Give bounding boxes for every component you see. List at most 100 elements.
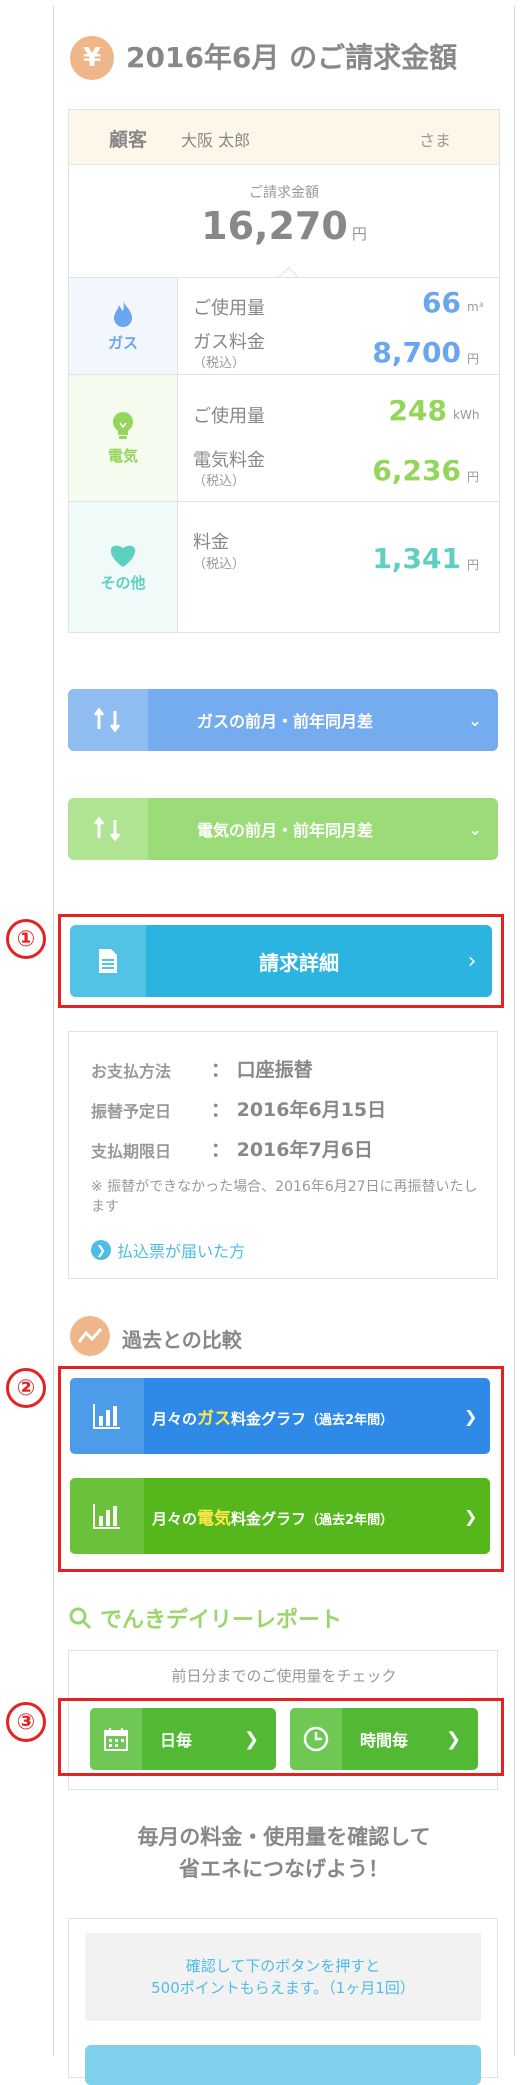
deadline-label: 支払期限日 [91, 1142, 172, 1161]
payment-slip-link[interactable]: ❯ 払込票が届いた方 [91, 1238, 245, 1262]
bar-chart-icon [70, 1478, 144, 1554]
gas-usage-value: 66 [422, 286, 461, 319]
billing-detail-label: 請求詳細 [259, 950, 339, 975]
clock-icon [290, 1708, 342, 1770]
annotation-marker-2: ② [6, 1368, 46, 1408]
flame-icon [114, 300, 132, 327]
gas-graph-label: 月々のガス料金グラフ（過去2年間） [144, 1404, 464, 1429]
heart-icon [110, 545, 136, 567]
electric-comparison-label: 電気の前月・前年同月差 [196, 821, 373, 840]
chevron-right-icon: ❯ [244, 1728, 260, 1750]
gas-graph-highlight: ガス [197, 1408, 232, 1429]
points-box: 確認して下のボタンを押すと 500ポイントもらえます。（1ヶ月1回） [68, 1918, 498, 2085]
gas-icon-cell: ガス [69, 278, 178, 374]
refresh-icon [68, 798, 148, 860]
gas-graph-button[interactable]: 月々のガス料金グラフ（過去2年間） ❯ [70, 1378, 490, 1454]
energy-saving-message: 毎月の料金・使用量を確認して 省エネにつなげよう！ [54, 1821, 514, 1885]
points-line-2: 500ポイントもらえます。（1ヶ月1回） [151, 1979, 415, 1997]
deadline-value: ： 2016年7月6日 [211, 1139, 373, 1161]
annotation-marker-1: ① [6, 919, 46, 959]
chevron-down-icon: ⌄ [468, 710, 482, 730]
electric-tax-note: （税込） [193, 474, 246, 489]
daily-report-subtitle: 前日分までのご使用量をチェック [171, 1667, 397, 1685]
electric-graph-suffix: 料金グラフ [231, 1509, 307, 1528]
points-confirm-button[interactable] [85, 2045, 481, 2085]
gas-graph-suffix: 料金グラフ [231, 1409, 307, 1428]
electric-graph-prefix: 月々の [152, 1509, 198, 1528]
transfer-date-label: 振替予定日 [91, 1102, 172, 1121]
annotation-marker-3: ③ [6, 1702, 46, 1742]
calendar-icon [90, 1708, 142, 1770]
gas-usage-label: ご使用量 [193, 298, 265, 319]
page-container: ¥ 2016年6月 のご請求金額 顧客 大阪 太郎 さま ご請求金額 16,27… [6, 6, 515, 2085]
arrow-right-icon: ❯ [91, 1240, 111, 1260]
chevron-down-icon: ⌄ [468, 819, 482, 839]
payment-method-value: ： 口座振替 [211, 1059, 313, 1081]
electric-usage-label: ご使用量 [193, 406, 265, 427]
customer-name: 大阪 太郎 [181, 131, 251, 150]
hourly-button[interactable]: 時間毎 ❯ [290, 1708, 478, 1770]
daily-button-label: 日毎 [160, 1731, 193, 1750]
customer-honorific: さま [419, 131, 452, 150]
yen-icon: ¥ [70, 36, 114, 80]
bill-summary-card: 顧客 大阪 太郎 さま ご請求金額 16,270 円 ガス ご使用量 66 m³ … [68, 109, 500, 633]
other-fee-unit: 円 [467, 558, 480, 572]
gas-fee-unit: 円 [467, 352, 480, 366]
chevron-right-icon: › [467, 948, 477, 974]
electric-fee-value: 6,236 [372, 454, 461, 487]
points-message: 確認して下のボタンを押すと 500ポイントもらえます。（1ヶ月1回） [85, 1933, 481, 2021]
bill-amount-value: 16,270 [201, 204, 348, 248]
page-title: 2016年6月 のご請求金額 [126, 41, 458, 74]
transfer-date-value: ： 2016年6月15日 [211, 1099, 387, 1121]
energy-saving-line-1: 毎月の料金・使用量を確認して [137, 1825, 431, 1849]
bill-amount: 16,270 円 [69, 204, 499, 248]
other-tax-note: （税込） [193, 557, 246, 572]
other-fee-value: 1,341 [372, 542, 461, 575]
electric-graph-button[interactable]: 月々の電気料金グラフ（過去2年間） ❯ [70, 1478, 490, 1554]
daily-report-title-text: でんきデイリーレポート [100, 1608, 343, 1633]
bar-chart-icon [70, 1378, 144, 1454]
gas-graph-period: （過去2年間） [306, 1412, 394, 1428]
chevron-right-icon: ❯ [464, 1406, 478, 1426]
billing-detail-button[interactable]: 請求詳細 › [70, 925, 492, 997]
gas-comparison-label: ガスの前月・前年同月差 [196, 712, 373, 731]
refresh-icon [68, 689, 148, 751]
daily-button[interactable]: 日毎 ❯ [90, 1708, 276, 1770]
electric-category-label: 電気 [107, 446, 138, 465]
payment-slip-link-label: 払込票が届いた方 [117, 1242, 246, 1261]
trend-icon [70, 1316, 110, 1356]
electric-graph-highlight: 電気 [197, 1508, 232, 1529]
lightbulb-icon [113, 411, 133, 439]
document-icon [70, 925, 146, 997]
gas-category-label: ガス [107, 333, 138, 352]
bill-amount-label: ご請求金額 [249, 185, 319, 201]
chevron-right-icon: ❯ [446, 1728, 462, 1750]
gas-comparison-accordion[interactable]: ガスの前月・前年同月差 ⌄ [68, 689, 498, 751]
other-fee-label: 料金 [193, 532, 229, 553]
electric-comparison-accordion[interactable]: 電気の前月・前年同月差 ⌄ [68, 798, 498, 860]
chevron-right-icon: ❯ [464, 1506, 478, 1526]
daily-report-title: でんきデイリーレポート [68, 1602, 342, 1634]
retransfer-note: ※ 振替ができなかった場合、2016年6月27日に再振替いたします [91, 1179, 478, 1215]
electric-graph-label: 月々の電気料金グラフ（過去2年間） [144, 1504, 464, 1529]
electric-graph-period: （過去2年間） [306, 1512, 394, 1528]
bill-amount-unit: 円 [351, 225, 367, 243]
other-category-label: その他 [100, 573, 146, 592]
electric-usage-unit: kWh [453, 408, 480, 422]
comparison-title: 過去との比較 [122, 1328, 242, 1352]
payment-info-box: お支払方法 ： 口座振替 振替予定日 ： 2016年6月15日 支払期限日 ： … [68, 1031, 498, 1279]
gas-tax-note: （税込） [193, 356, 246, 371]
gas-fee-value: 8,700 [372, 336, 461, 369]
hourly-button-label: 時間毎 [360, 1731, 409, 1750]
energy-saving-line-2: 省エネにつなげよう！ [179, 1857, 389, 1881]
electric-fee-unit: 円 [467, 470, 480, 484]
payment-method-label: お支払方法 [91, 1062, 172, 1081]
gas-graph-prefix: 月々の [152, 1409, 198, 1428]
points-line-1: 確認して下のボタンを押すと [185, 1957, 381, 1975]
electric-icon-cell: 電気 [69, 375, 178, 501]
search-icon [69, 1607, 92, 1630]
other-icon-cell: その他 [69, 502, 178, 632]
customer-bar: 顧客 大阪 太郎 さま [69, 110, 499, 165]
electric-usage-value: 248 [388, 394, 447, 427]
gas-usage-unit: m³ [467, 300, 484, 314]
